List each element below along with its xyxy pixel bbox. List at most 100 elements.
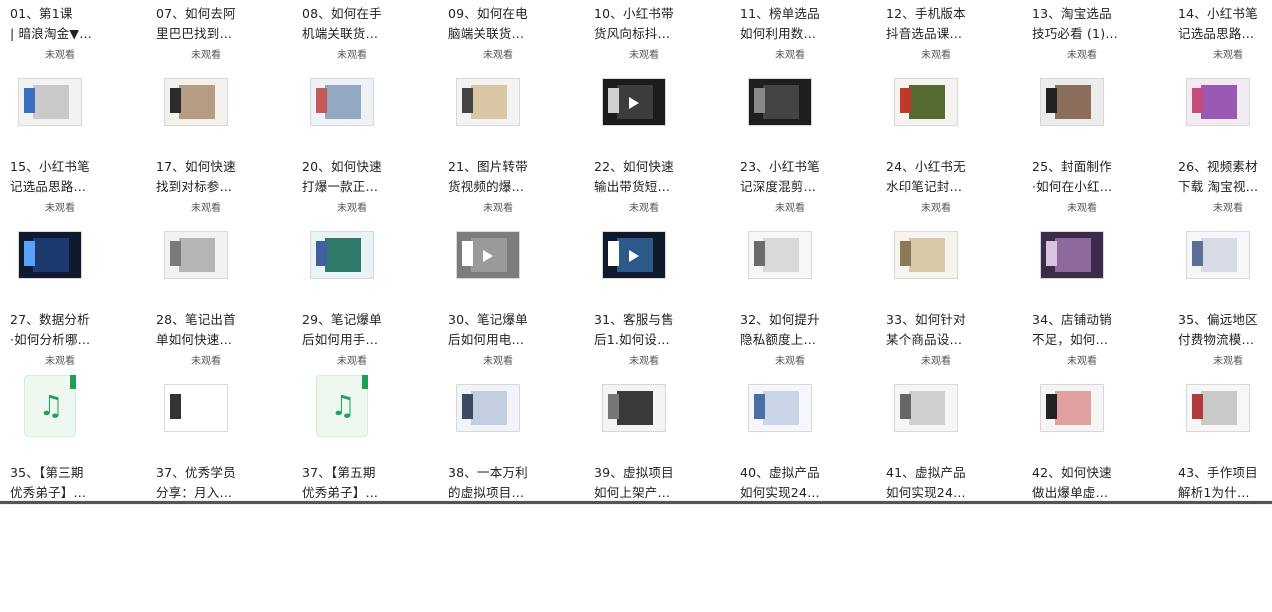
course-title[interactable]: 10、小红书带 货风向标抖…	[594, 4, 702, 44]
video-thumbnail[interactable]	[456, 384, 520, 432]
video-thumbnail[interactable]	[1040, 78, 1104, 126]
course-item[interactable]: 35、偏远地区 付费物流模… 未观看	[1168, 306, 1272, 459]
course-item[interactable]: 37、【第五期 优秀弟子】…	[292, 459, 438, 612]
course-item[interactable]: 31、客服与售 后1.如何设… 未观看	[584, 306, 730, 459]
course-item[interactable]: 28、笔记出首 单如何快速… 未观看	[146, 306, 292, 459]
course-title[interactable]: 27、数据分析 ·如何分析哪…	[10, 310, 118, 350]
video-thumbnail[interactable]	[894, 231, 958, 279]
course-title[interactable]: 08、如何在手 机端关联货…	[302, 4, 410, 44]
course-item[interactable]: 20、如何快速 打爆一款正… 未观看	[292, 153, 438, 306]
course-title[interactable]: 26、视频素材 下载 淘宝视…	[1178, 157, 1272, 197]
course-title[interactable]: 24、小红书无 水印笔记封…	[886, 157, 994, 197]
course-title[interactable]: 28、笔记出首 单如何快速…	[156, 310, 264, 350]
video-thumbnail[interactable]	[1186, 78, 1250, 126]
course-item[interactable]: 14、小红书笔 记选品思路… 未观看	[1168, 0, 1272, 153]
video-thumbnail[interactable]	[602, 231, 666, 279]
course-title[interactable]: 34、店铺动销 不足，如何…	[1032, 310, 1140, 350]
course-item[interactable]: 32、如何提升 隐私额度上… 未观看	[730, 306, 876, 459]
course-title[interactable]: 23、小红书笔 记深度混剪…	[740, 157, 848, 197]
course-title[interactable]: 12、手机版本 抖音选品课…	[886, 4, 994, 44]
video-thumbnail[interactable]	[748, 384, 812, 432]
course-title[interactable]: 01、第1课 | 暗浪淘金▼…	[10, 4, 118, 44]
course-item[interactable]: 41、虚拟产品 如何实现24…	[876, 459, 1022, 612]
course-item[interactable]: 23、小红书笔 记深度混剪… 未观看	[730, 153, 876, 306]
course-title[interactable]: 13、淘宝选品 技巧必看 (1)…	[1032, 4, 1140, 44]
course-item[interactable]: 34、店铺动销 不足，如何… 未观看	[1022, 306, 1168, 459]
course-title[interactable]: 15、小红书笔 记选品思路…	[10, 157, 118, 197]
course-title[interactable]: 41、虚拟产品 如何实现24…	[886, 463, 994, 503]
video-thumbnail[interactable]	[602, 78, 666, 126]
course-item[interactable]: 26、视频素材 下载 淘宝视… 未观看	[1168, 153, 1272, 306]
course-title[interactable]: 37、【第五期 优秀弟子】…	[302, 463, 410, 503]
video-thumbnail[interactable]	[894, 78, 958, 126]
course-title[interactable]: 25、封面制作 ·如何在小红…	[1032, 157, 1140, 197]
course-title[interactable]: 43、手作项目 解析1为什…	[1178, 463, 1272, 503]
video-thumbnail[interactable]	[1040, 231, 1104, 279]
course-item[interactable]: 27、数据分析 ·如何分析哪… 未观看 ♫	[0, 306, 146, 459]
course-title[interactable]: 40、虚拟产品 如何实现24…	[740, 463, 848, 503]
course-item[interactable]: 39、虚拟项目 如何上架产…	[584, 459, 730, 612]
course-item[interactable]: 40、虚拟产品 如何实现24…	[730, 459, 876, 612]
course-title[interactable]: 21、图片转带 货视频的爆…	[448, 157, 556, 197]
video-thumbnail[interactable]	[1186, 231, 1250, 279]
course-item[interactable]: 11、榜单选品 如何利用数… 未观看	[730, 0, 876, 153]
course-item[interactable]: 38、一本万利 的虚拟项目…	[438, 459, 584, 612]
video-thumbnail[interactable]	[164, 78, 228, 126]
course-item[interactable]: 13、淘宝选品 技巧必看 (1)… 未观看	[1022, 0, 1168, 153]
course-title[interactable]: 30、笔记爆单 后如何用电…	[448, 310, 556, 350]
course-item[interactable]: 33、如何针对 某个商品设… 未观看	[876, 306, 1022, 459]
video-thumbnail[interactable]	[748, 231, 812, 279]
video-thumbnail[interactable]	[602, 384, 666, 432]
course-item[interactable]: 29、笔记爆单 后如何用手… 未观看 ♫	[292, 306, 438, 459]
course-title[interactable]: 22、如何快速 输出带货短…	[594, 157, 702, 197]
course-title[interactable]: 42、如何快速 做出爆单虚…	[1032, 463, 1140, 503]
video-thumbnail[interactable]	[1040, 384, 1104, 432]
course-title[interactable]: 29、笔记爆单 后如何用手…	[302, 310, 410, 350]
course-item[interactable]: 30、笔记爆单 后如何用电… 未观看	[438, 306, 584, 459]
course-item[interactable]: 08、如何在手 机端关联货… 未观看	[292, 0, 438, 153]
video-thumbnail[interactable]	[894, 384, 958, 432]
scrollbar-thumb[interactable]	[0, 501, 1272, 504]
video-thumbnail[interactable]	[310, 231, 374, 279]
video-thumbnail[interactable]	[748, 78, 812, 126]
course-title[interactable]: 35、【第三期 优秀弟子】…	[10, 463, 118, 503]
course-title[interactable]: 37、优秀学员 分享：月入…	[156, 463, 264, 503]
video-thumbnail[interactable]	[1186, 384, 1250, 432]
course-title[interactable]: 07、如何去阿 里巴巴找到…	[156, 4, 264, 44]
course-title[interactable]: 20、如何快速 打爆一款正…	[302, 157, 410, 197]
course-item[interactable]: 24、小红书无 水印笔记封… 未观看	[876, 153, 1022, 306]
video-thumbnail[interactable]	[310, 78, 374, 126]
video-thumbnail[interactable]	[18, 78, 82, 126]
course-item[interactable]: 42、如何快速 做出爆单虚…	[1022, 459, 1168, 612]
course-item[interactable]: 21、图片转带 货视频的爆… 未观看	[438, 153, 584, 306]
course-title[interactable]: 09、如何在电 脑端关联货…	[448, 4, 556, 44]
audio-file-icon[interactable]: ♫	[316, 375, 368, 437]
course-item[interactable]: 22、如何快速 输出带货短… 未观看	[584, 153, 730, 306]
course-item[interactable]: 09、如何在电 脑端关联货… 未观看	[438, 0, 584, 153]
video-thumbnail[interactable]	[164, 384, 228, 432]
video-thumbnail[interactable]	[456, 231, 520, 279]
course-item[interactable]: 15、小红书笔 记选品思路… 未观看	[0, 153, 146, 306]
course-title[interactable]: 33、如何针对 某个商品设…	[886, 310, 994, 350]
course-item[interactable]: 07、如何去阿 里巴巴找到… 未观看	[146, 0, 292, 153]
course-title[interactable]: 35、偏远地区 付费物流模…	[1178, 310, 1272, 350]
course-title[interactable]: 31、客服与售 后1.如何设…	[594, 310, 702, 350]
course-title[interactable]: 32、如何提升 隐私额度上…	[740, 310, 848, 350]
course-item[interactable]: 17、如何快速 找到对标参… 未观看	[146, 153, 292, 306]
course-item[interactable]: 10、小红书带 货风向标抖… 未观看	[584, 0, 730, 153]
course-item[interactable]: 01、第1课 | 暗浪淘金▼… 未观看	[0, 0, 146, 153]
course-item[interactable]: 35、【第三期 优秀弟子】…	[0, 459, 146, 612]
video-thumbnail[interactable]	[164, 231, 228, 279]
video-thumbnail[interactable]	[456, 78, 520, 126]
audio-file-icon[interactable]: ♫	[24, 375, 76, 437]
course-title[interactable]: 11、榜单选品 如何利用数…	[740, 4, 848, 44]
course-title[interactable]: 39、虚拟项目 如何上架产…	[594, 463, 702, 503]
course-item[interactable]: 37、优秀学员 分享：月入…	[146, 459, 292, 612]
course-title[interactable]: 38、一本万利 的虚拟项目…	[448, 463, 556, 503]
course-item[interactable]: 25、封面制作 ·如何在小红… 未观看	[1022, 153, 1168, 306]
video-thumbnail[interactable]	[18, 231, 82, 279]
course-item[interactable]: 12、手机版本 抖音选品课… 未观看	[876, 0, 1022, 153]
course-item[interactable]: 43、手作项目 解析1为什…	[1168, 459, 1272, 612]
horizontal-scrollbar[interactable]	[0, 500, 1272, 505]
course-title[interactable]: 14、小红书笔 记选品思路…	[1178, 4, 1272, 44]
